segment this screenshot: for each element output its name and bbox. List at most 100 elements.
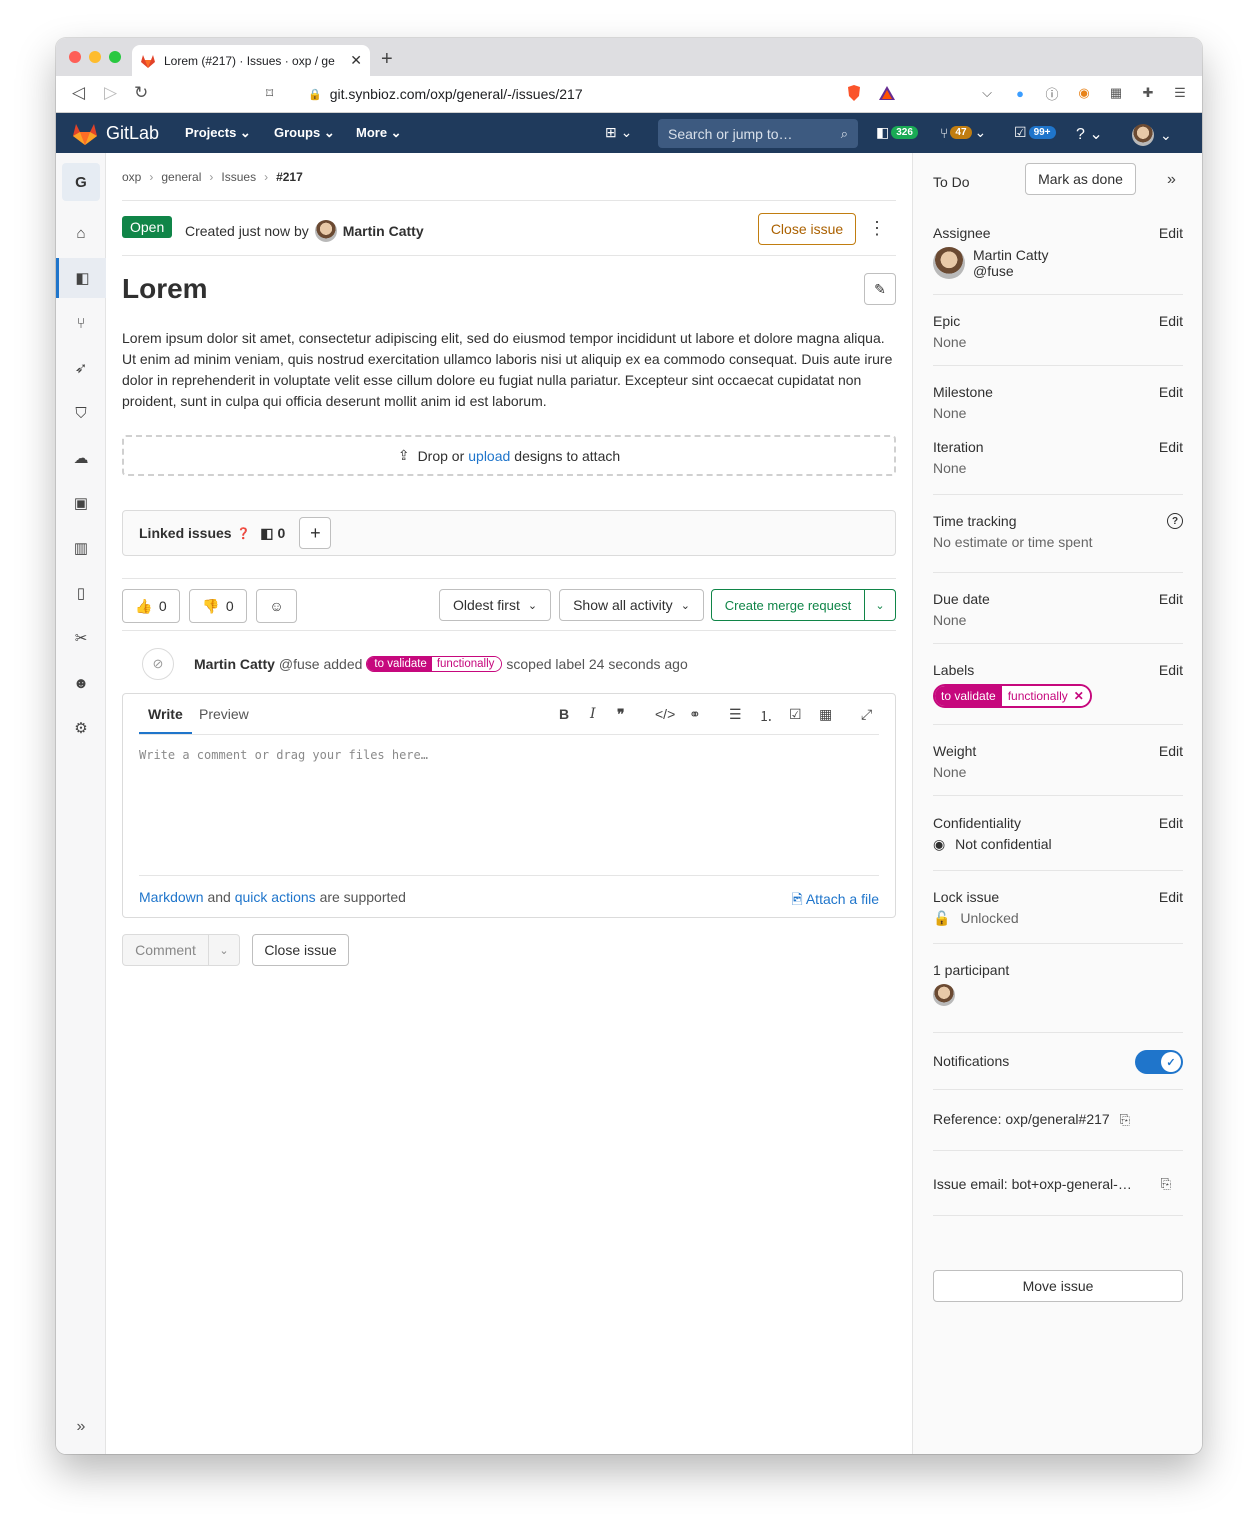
upload-link[interactable]: upload <box>468 448 510 464</box>
package-icon[interactable]: ▣ <box>56 483 106 523</box>
table-icon[interactable]: ▦ <box>819 706 832 723</box>
menu-projects[interactable]: Projects ⌄ <box>185 125 251 141</box>
edit-confidentiality-link[interactable]: Edit <box>1159 815 1183 831</box>
author-avatar[interactable] <box>314 220 337 242</box>
extensions-puzzle-icon[interactable]: ✚ <box>1139 84 1157 102</box>
add-reaction-button[interactable]: ☺ <box>256 589 297 623</box>
edit-milestone-link[interactable]: Edit <box>1159 384 1183 400</box>
assignee[interactable]: Martin Catty @fuse <box>933 247 1183 279</box>
minimize-window-button[interactable] <box>89 51 101 63</box>
browser-menu-icon[interactable]: ☰ <box>1171 84 1189 102</box>
snippets-icon[interactable]: ✂ <box>56 618 106 658</box>
numbered-list-icon[interactable]: ⒈ <box>759 706 773 726</box>
menu-groups[interactable]: Groups ⌄ <box>274 125 335 141</box>
help-icon[interactable]: ? <box>1167 513 1183 529</box>
pocket-icon[interactable]: ⌵ <box>978 84 996 102</box>
user-menu[interactable]: ⌄ <box>1132 124 1172 146</box>
remove-label-icon[interactable]: ✕ <box>1071 686 1090 706</box>
settings-icon[interactable]: ⚙ <box>56 708 106 748</box>
edit-title-button[interactable]: ✎ <box>864 273 896 305</box>
author-name[interactable]: Martin Catty <box>343 223 424 239</box>
url-bar[interactable]: 🔒 git.synbioz.com/oxp/general/-/issues/2… <box>296 80 906 108</box>
breadcrumb-oxp[interactable]: oxp <box>122 170 141 184</box>
new-item-icon[interactable]: ⊞ ⌄ <box>605 124 632 141</box>
add-linked-issue-button[interactable]: + <box>299 517 332 549</box>
tab-write[interactable]: Write <box>148 706 183 722</box>
participant-avatar[interactable] <box>933 984 955 1006</box>
rocket-icon[interactable]: ➶ <box>56 348 106 388</box>
wiki-icon[interactable]: ▯ <box>56 573 106 613</box>
comment-textarea[interactable]: Write a comment or drag your files here… <box>139 748 428 762</box>
notifications-toggle[interactable]: ✓ <box>1135 1050 1183 1074</box>
quote-icon[interactable]: ❞ <box>617 706 625 723</box>
edit-iteration-link[interactable]: Edit <box>1159 439 1183 455</box>
help-icon[interactable]: ? ⌄ <box>1076 124 1103 144</box>
expand-sidebar-icon[interactable]: » <box>56 1418 106 1436</box>
maximize-window-button[interactable] <box>109 51 121 63</box>
help-icon[interactable]: ❓ <box>237 527 251 540</box>
issues-icon[interactable]: ◧ <box>56 258 106 298</box>
edit-weight-link[interactable]: Edit <box>1159 743 1183 759</box>
markdown-link[interactable]: Markdown <box>139 889 204 905</box>
edit-labels-link[interactable]: Edit <box>1159 662 1183 678</box>
task-list-icon[interactable]: ☑ <box>789 706 802 723</box>
comment-button[interactable]: Comment <box>122 934 209 966</box>
gitlab-brand[interactable]: GitLab <box>106 123 159 144</box>
brave-rewards-icon[interactable] <box>878 84 896 102</box>
bold-icon[interactable]: B <box>559 706 569 722</box>
link-icon[interactable]: ⚭ <box>689 706 701 723</box>
scoped-label[interactable]: to validate functionally ✕ <box>933 684 1092 708</box>
close-issue-bottom-button[interactable]: Close issue <box>252 934 349 966</box>
create-merge-request-button[interactable]: Create merge request <box>711 589 865 621</box>
mark-as-done-button[interactable]: Mark as done <box>1025 163 1136 195</box>
code-icon[interactable]: </> <box>655 706 675 722</box>
copy-icon[interactable]: ⎘ <box>1161 1176 1171 1192</box>
search-input[interactable]: Search or jump to… ⌕ <box>658 119 858 148</box>
home-icon[interactable]: ⌂ <box>56 213 106 253</box>
project-avatar[interactable]: G <box>62 163 100 201</box>
thumbs-up-button[interactable]: 👍 0 <box>122 589 180 623</box>
cloud-icon[interactable]: ☁ <box>56 438 106 478</box>
thumbs-down-button[interactable]: 👎 0 <box>189 589 247 623</box>
todos-counter[interactable]: ☑ 99+ <box>1014 124 1056 141</box>
bookmark-icon[interactable]: ⌑ <box>266 85 273 102</box>
sort-dropdown[interactable]: Oldest first ⌄ <box>439 589 551 621</box>
merge-requests-counter[interactable]: ⑂ 47 ⌄ <box>940 124 986 141</box>
tab-preview[interactable]: Preview <box>199 706 249 722</box>
forward-icon[interactable]: ▷ <box>104 83 117 103</box>
scoped-label[interactable]: to validate functionally <box>366 656 503 672</box>
comment-dropdown[interactable]: ⌄ <box>208 934 240 966</box>
extension-info-icon[interactable]: ⓘ <box>1043 84 1061 102</box>
edit-assignee-link[interactable]: Edit <box>1159 225 1183 241</box>
create-mr-dropdown[interactable]: ⌄ <box>864 589 896 621</box>
menu-more[interactable]: More ⌄ <box>356 125 402 141</box>
breadcrumb-general[interactable]: general <box>161 170 201 184</box>
design-dropzone[interactable]: ⇪ Drop or upload designs to attach <box>122 435 896 476</box>
merge-request-icon[interactable]: ⑂ <box>56 303 106 343</box>
copy-icon[interactable]: ⎘ <box>1120 1112 1130 1127</box>
italic-icon[interactable]: I <box>590 706 596 722</box>
issues-counter[interactable]: ◧ 326 <box>876 124 918 141</box>
edit-due-date-link[interactable]: Edit <box>1159 591 1183 607</box>
extension-grid-icon[interactable]: ▦ <box>1107 84 1125 102</box>
quick-actions-link[interactable]: quick actions <box>235 889 316 905</box>
more-actions-icon[interactable]: ⋮ <box>868 218 886 238</box>
extension-fox-icon[interactable]: ◉ <box>1075 84 1093 102</box>
attach-file-button[interactable]: 🖻 Attach a file <box>791 889 879 913</box>
activity-author[interactable]: Martin Catty <box>194 656 275 672</box>
reload-icon[interactable]: ↻ <box>134 83 148 103</box>
close-window-button[interactable] <box>69 51 81 63</box>
edit-lock-link[interactable]: Edit <box>1159 889 1183 905</box>
fullscreen-icon[interactable]: ⤢ <box>861 706 872 723</box>
activity-filter-dropdown[interactable]: Show all activity ⌄ <box>559 589 704 621</box>
close-issue-button[interactable]: Close issue <box>758 213 856 245</box>
breadcrumb-issue-id[interactable]: #217 <box>276 170 303 184</box>
edit-epic-link[interactable]: Edit <box>1159 313 1183 329</box>
browser-tab[interactable]: Lorem (#217) · Issues · oxp / ge ✕ <box>132 45 370 76</box>
brave-shield-icon[interactable] <box>845 84 863 102</box>
new-tab-icon[interactable]: + <box>381 48 393 71</box>
analytics-icon[interactable]: ▥ <box>56 528 106 568</box>
breadcrumb-issues[interactable]: Issues <box>221 170 256 184</box>
shield-icon[interactable]: ⛉ <box>56 393 106 433</box>
bullet-list-icon[interactable]: ☰ <box>729 706 742 723</box>
